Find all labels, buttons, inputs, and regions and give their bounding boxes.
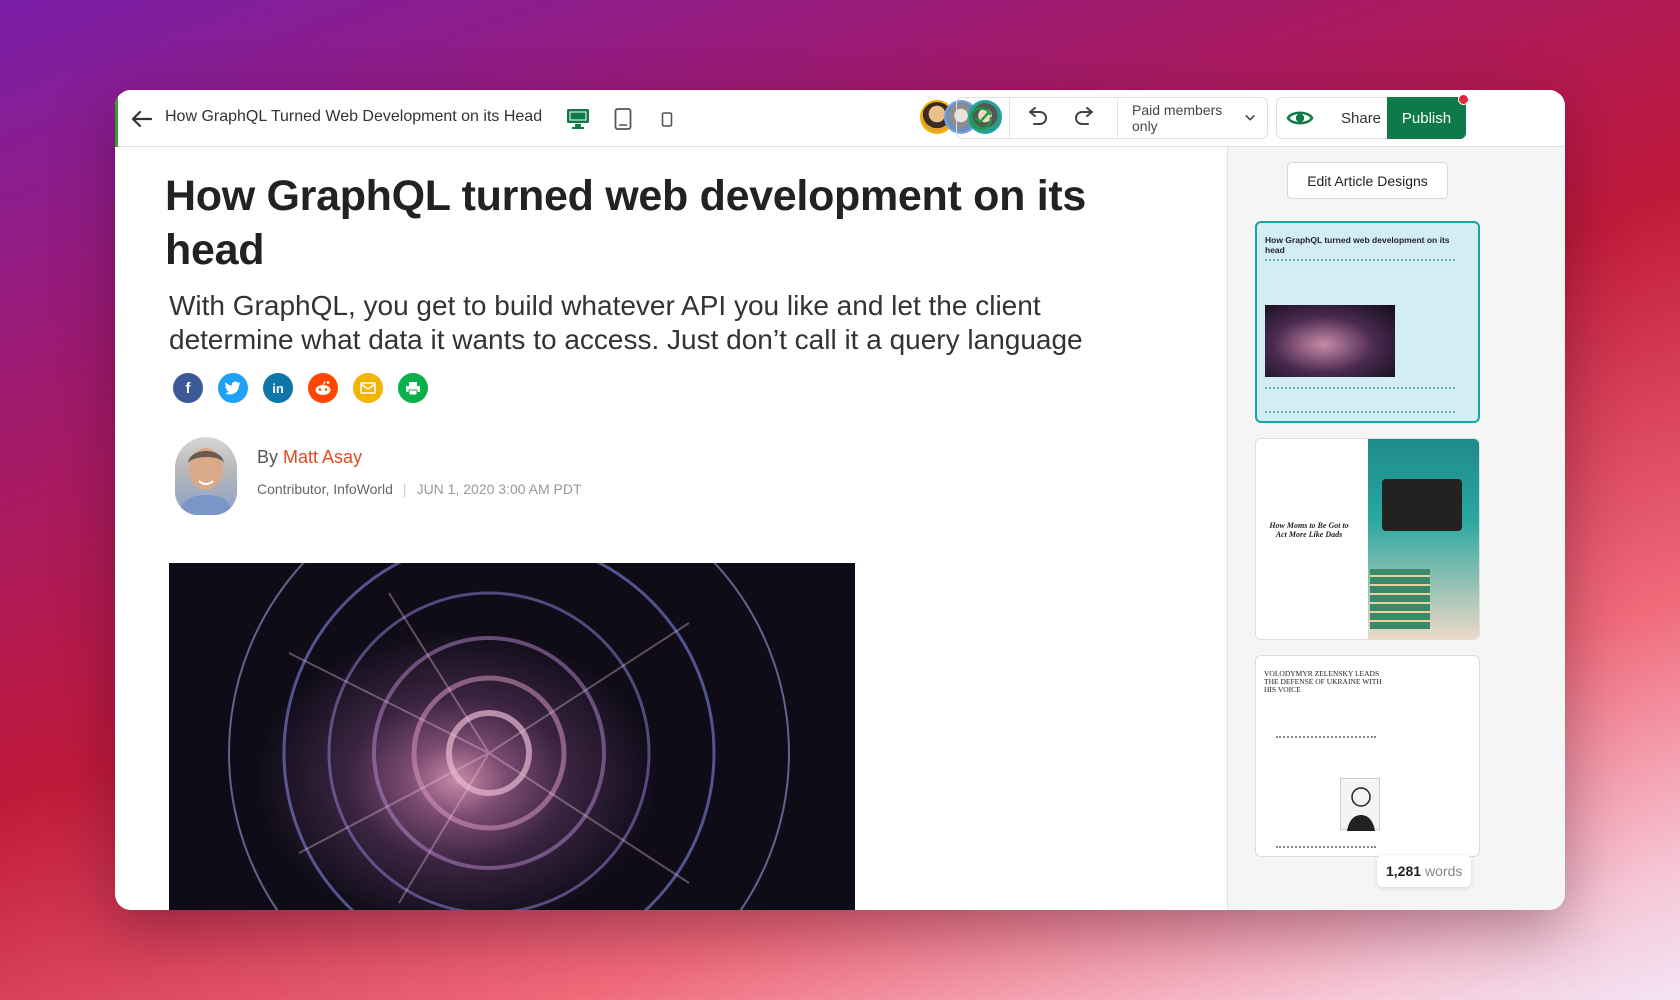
chevron-down-icon bbox=[1245, 114, 1255, 121]
by-label: By bbox=[257, 447, 279, 467]
author-photo bbox=[175, 437, 237, 515]
top-toolbar: How GraphQL Turned Web Development on it… bbox=[115, 90, 1565, 147]
article-preview: How GraphQL turned web development on it… bbox=[115, 147, 1227, 910]
check-circle-icon[interactable] bbox=[957, 98, 1005, 138]
notification-dot bbox=[1458, 94, 1469, 105]
divider: | bbox=[402, 481, 407, 497]
hero-image[interactable] bbox=[169, 563, 855, 910]
publish-group: Share Publish bbox=[1276, 94, 1469, 139]
mobile-icon[interactable] bbox=[652, 104, 682, 134]
publish-button[interactable]: Publish bbox=[1387, 94, 1469, 139]
design-card[interactable]: VOLODYMYR ZELENSKY LEADS THE DEFENSE OF … bbox=[1255, 655, 1480, 857]
email-icon[interactable] bbox=[353, 373, 383, 403]
document-title: How GraphQL Turned Web Development on it… bbox=[165, 108, 543, 125]
design-card[interactable]: How GraphQL turned web development on it… bbox=[1255, 221, 1480, 423]
reddit-icon[interactable] bbox=[308, 373, 338, 403]
social-share-bar: f in bbox=[173, 373, 428, 403]
twitter-icon[interactable] bbox=[218, 373, 248, 403]
undo-icon[interactable] bbox=[1013, 98, 1061, 138]
card-title: How Moms to Be Got to Act More Like Dads bbox=[1269, 521, 1349, 539]
publish-label: Publish bbox=[1401, 109, 1452, 127]
byline: By Matt Asay bbox=[257, 447, 362, 468]
divider bbox=[1117, 98, 1118, 138]
card-title: VOLODYMYR ZELENSKY LEADS THE DEFENSE OF … bbox=[1264, 669, 1382, 694]
word-count: 1,281 bbox=[1386, 863, 1422, 879]
design-card[interactable]: How Moms to Be Got to Act More Like Dads bbox=[1255, 438, 1480, 640]
word-count-label: words bbox=[1425, 863, 1463, 879]
card-thumbnail bbox=[1368, 439, 1479, 639]
author-role: Contributor, InfoWorld bbox=[257, 481, 393, 497]
desktop-icon[interactable] bbox=[563, 104, 593, 134]
article-meta: Contributor, InfoWorld | JUN 1, 2020 3:0… bbox=[257, 481, 582, 497]
card-title: How GraphQL turned web development on it… bbox=[1265, 235, 1450, 255]
author-link[interactable]: Matt Asay bbox=[283, 447, 362, 467]
publish-date: JUN 1, 2020 3:00 AM PDT bbox=[416, 481, 582, 497]
tablet-icon[interactable] bbox=[608, 104, 638, 134]
facebook-icon[interactable]: f bbox=[173, 373, 203, 403]
article-dek[interactable]: With GraphQL, you get to build whatever … bbox=[169, 289, 1159, 357]
linkedin-icon[interactable]: in bbox=[263, 373, 293, 403]
print-icon[interactable] bbox=[398, 373, 428, 403]
eye-icon[interactable] bbox=[1277, 98, 1323, 138]
card-thumbnail bbox=[1340, 778, 1380, 831]
edit-actions-group: Paid members only bbox=[956, 97, 1268, 139]
edit-designs-button[interactable]: Edit Article Designs bbox=[1287, 162, 1448, 199]
editor-window: How GraphQL Turned Web Development on it… bbox=[115, 90, 1565, 910]
arrow-left-icon[interactable] bbox=[129, 106, 157, 132]
card-thumbnail bbox=[1265, 305, 1395, 377]
access-select[interactable]: Paid members only bbox=[1120, 98, 1267, 138]
divider bbox=[1009, 98, 1010, 138]
redo-icon[interactable] bbox=[1061, 98, 1109, 138]
word-count-badge: 1,281 words bbox=[1377, 855, 1472, 887]
share-button[interactable]: Share bbox=[1329, 98, 1393, 138]
status-accent bbox=[115, 90, 118, 147]
card-text-lines bbox=[1265, 259, 1455, 273]
design-panel: Edit Article Designs How GraphQL turned … bbox=[1227, 147, 1565, 910]
access-select-value: Paid members only bbox=[1132, 102, 1223, 134]
article-headline[interactable]: How GraphQL turned web development on it… bbox=[165, 169, 1115, 277]
card-text-lines bbox=[1265, 387, 1455, 413]
